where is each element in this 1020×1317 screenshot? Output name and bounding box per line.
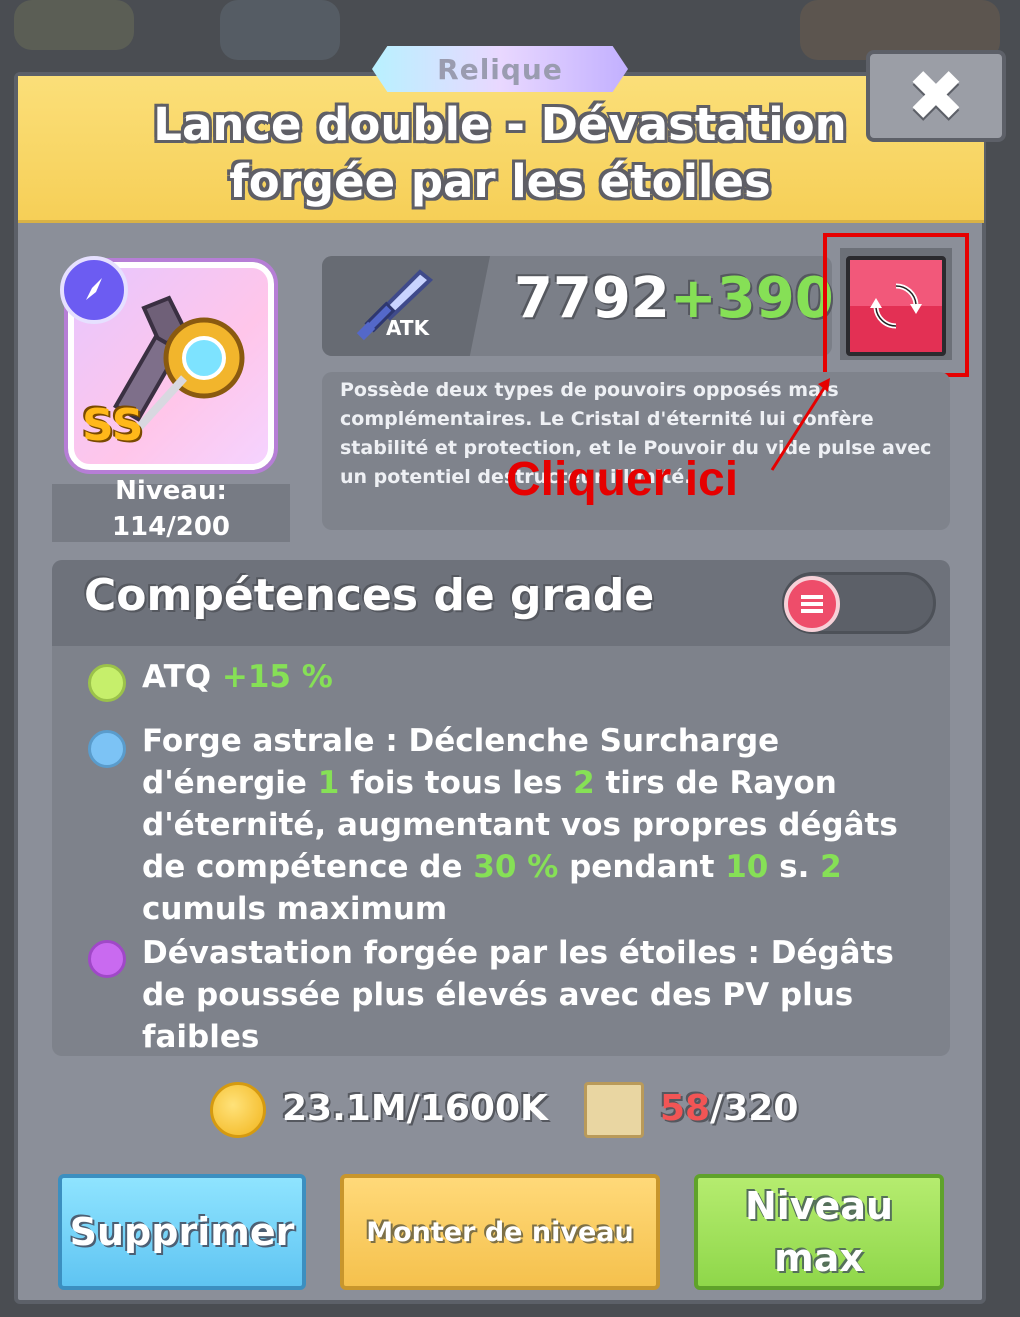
skill-1-text: ATQ (142, 659, 222, 695)
skill-1-value: +15 % (221, 659, 333, 695)
gold-cost: 23.1M/1600K (282, 1088, 548, 1129)
grade-skills-title: Compétences de grade (84, 570, 655, 621)
menu-icon[interactable] (784, 576, 840, 632)
skill-dot-green (88, 664, 126, 702)
delete-button[interactable]: Supprimer (58, 1174, 306, 1290)
skill-1: ATQ +15 % (142, 656, 912, 698)
level-up-button[interactable]: Monter de niveau (340, 1174, 660, 1290)
gold-coin-icon (210, 1082, 266, 1138)
skill-2-text: pendant (558, 849, 726, 885)
annotation-text: Cliquer ici (506, 453, 739, 506)
scroll-icon (584, 1082, 644, 1138)
skill-2-text: cumuls maximum (142, 891, 448, 927)
skill-2-value: 2 (573, 765, 595, 801)
skill-2-text: s. (768, 849, 821, 885)
skill-2-value: 1 (317, 765, 340, 801)
skill-dot-blue (88, 730, 126, 768)
scroll-need: /320 (710, 1088, 799, 1129)
skill-2: Forge astrale : Déclenche Surcharge d'én… (142, 720, 912, 930)
scroll-have: 58 (660, 1088, 711, 1129)
skill-2-value: 2 (820, 849, 842, 885)
skill-3-text: Dévastation forgée par les étoiles : Dég… (142, 935, 894, 1055)
skill-2-value: 30 % (473, 849, 559, 885)
skill-3: Dévastation forgée par les étoiles : Dég… (142, 932, 912, 1058)
skill-dot-purple (88, 940, 126, 978)
max-level-button[interactable]: Niveau max (694, 1174, 944, 1290)
skill-2-value: 10 (725, 849, 769, 885)
scroll-cost: 58/320 (660, 1088, 798, 1129)
skill-2-text: fois tous les (339, 765, 574, 801)
